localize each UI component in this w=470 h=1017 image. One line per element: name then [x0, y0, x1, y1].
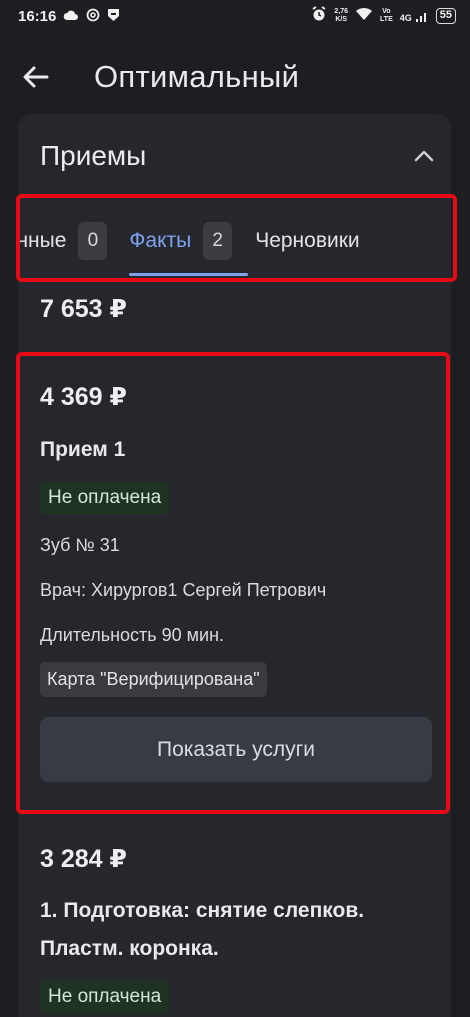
- visit-card: 4 369 ₽ Прием 1 Не оплачена Зуб № 31 Вра…: [40, 382, 432, 782]
- status-bar: 16:16 2,76 K/S Vo LTE 4G 55: [0, 0, 470, 32]
- volte-top: Vo: [382, 8, 391, 15]
- tooth-info: Зуб № 31: [40, 535, 120, 555]
- wifi-icon: [355, 7, 373, 25]
- network-speed: 2,76 K/S: [334, 8, 348, 24]
- doctor-info: Врач: Хирургов1 Сергей Петрович: [40, 580, 327, 600]
- status-right: 2,76 K/S Vo LTE 4G 55: [311, 6, 456, 26]
- signal-icon: 4G: [400, 10, 429, 23]
- section-title: Приемы: [40, 140, 147, 171]
- payment-status-row: Не оплачена: [40, 981, 432, 1013]
- tab-label: Подтвержденные: [18, 229, 67, 252]
- volte-indicator: Vo LTE: [380, 8, 393, 24]
- visit-amount: 3 284 ₽: [40, 845, 127, 873]
- tab-label: Факты: [129, 229, 192, 252]
- network-type: 4G: [399, 12, 412, 23]
- active-tab-indicator: [129, 273, 249, 276]
- status-tabs[interactable]: Подтвержденные 0 Факты 2 Черновики: [18, 194, 451, 279]
- payment-status-badge: Не оплачена: [40, 981, 170, 1013]
- visit-name: Прием 1: [40, 438, 126, 461]
- speed-value: 2,76: [334, 8, 349, 15]
- page-title: Оптимальный: [94, 59, 300, 94]
- clock: 16:16: [18, 7, 57, 25]
- back-button[interactable]: [16, 57, 56, 97]
- arrow-left-icon: [23, 66, 49, 88]
- visit-name-continued: Пластм. коронка.: [40, 937, 219, 960]
- tab-count-badge: 0: [78, 222, 108, 260]
- visit-amount: 4 369 ₽: [40, 383, 127, 411]
- card-status-row: Карта "Верифицирована": [40, 662, 432, 697]
- card-status-badge: Карта "Верифицирована": [40, 662, 267, 697]
- total-amount: 7 653 ₽: [40, 295, 127, 323]
- alarm-icon: [311, 6, 327, 26]
- app-bar: Оптимальный: [0, 42, 470, 112]
- cloud-icon: [63, 9, 79, 24]
- visit-name: 1. Подготовка: снятие слепков.: [40, 899, 365, 922]
- at-icon: [86, 8, 100, 25]
- tab-facts[interactable]: Факты 2: [129, 222, 249, 276]
- payment-status-badge: Не оплачена: [40, 482, 170, 514]
- duration-info: Длительность 90 мин.: [40, 625, 225, 645]
- appointments-card: Приемы Подтвержденные 0 Факты 2 Черновик…: [18, 114, 451, 1017]
- speed-unit: K/S: [335, 16, 348, 23]
- tab-count-badge: 2: [203, 222, 233, 260]
- volte-bottom: LTE: [380, 16, 393, 23]
- visit-card: 3 284 ₽ 1. Подготовка: снятие слепков. П…: [40, 844, 432, 1013]
- chevron-up-icon[interactable]: [413, 149, 435, 163]
- tab-drafts[interactable]: Черновики: [255, 229, 359, 259]
- tabs-row: Подтвержденные 0 Факты 2 Черновики: [18, 222, 360, 276]
- shield-icon: [107, 8, 120, 25]
- tab-confirmed[interactable]: Подтвержденные 0: [18, 222, 108, 266]
- payment-status-row: Не оплачена: [40, 482, 432, 514]
- show-services-button[interactable]: Показать услуги: [40, 717, 432, 782]
- battery-indicator: 55: [435, 8, 456, 24]
- section-header[interactable]: Приемы: [40, 136, 435, 176]
- tab-label: Черновики: [255, 229, 360, 252]
- status-left: 16:16: [18, 8, 120, 25]
